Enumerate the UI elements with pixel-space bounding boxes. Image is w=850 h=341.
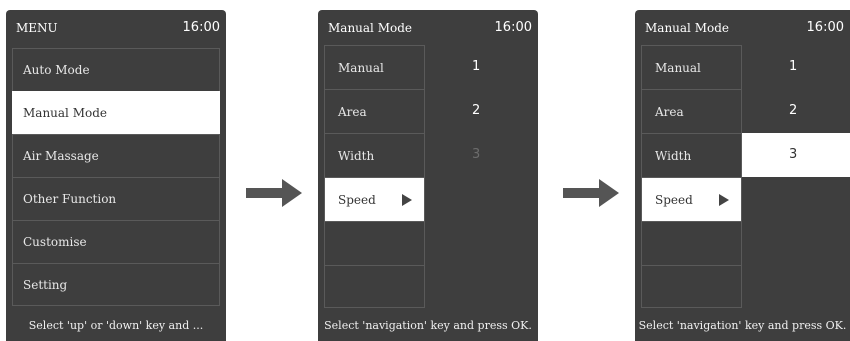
width-value: 3 <box>472 147 481 162</box>
menu-screen: MENU 16:00 Auto Mode Manual Mode Air Mas… <box>6 10 226 341</box>
menu-title: MENU <box>16 21 58 35</box>
setting-area[interactable]: Area <box>325 90 424 134</box>
setting-area[interactable]: Area <box>642 90 741 134</box>
width-value-selected[interactable]: 3 <box>742 133 850 177</box>
clock: 16:00 <box>806 20 844 35</box>
manual-mode-title: Manual Mode <box>328 21 412 35</box>
manual-value: 1 <box>789 59 798 74</box>
menu-item-other-function[interactable]: Other Function <box>12 177 220 220</box>
area-value: 2 <box>789 103 798 118</box>
right-arrow-icon <box>563 179 619 207</box>
menu-item-manual-mode[interactable]: Manual Mode <box>12 91 220 134</box>
setting-speed-label: Speed <box>338 193 376 207</box>
play-triangle-icon <box>719 194 729 206</box>
manual-mode-header: Manual Mode 16:00 <box>318 10 538 46</box>
empty-row <box>642 222 741 266</box>
empty-row <box>325 222 424 266</box>
manual-mode-footer-hint: Select 'navigation' key and press OK. <box>324 319 532 332</box>
manual-mode-footer-hint: Select 'navigation' key and press OK. <box>638 319 847 332</box>
setting-speed[interactable]: Speed <box>325 178 424 222</box>
manual-mode-header: Manual Mode 16:00 <box>635 10 850 46</box>
menu-item-auto-mode[interactable]: Auto Mode <box>12 48 220 91</box>
menu-header: MENU 16:00 <box>6 10 226 46</box>
clock: 16:00 <box>494 20 532 35</box>
setting-label-column: Manual Area Width Speed <box>324 45 425 308</box>
play-triangle-icon <box>402 194 412 206</box>
manual-value: 1 <box>472 59 481 74</box>
setting-manual[interactable]: Manual <box>325 46 424 90</box>
setting-manual[interactable]: Manual <box>642 46 741 90</box>
clock: 16:00 <box>182 20 220 35</box>
area-value: 2 <box>472 103 481 118</box>
menu-item-customise[interactable]: Customise <box>12 220 220 263</box>
setting-speed-label: Speed <box>655 193 693 207</box>
menu-footer-hint: Select 'up' or 'down' key and ... <box>28 319 204 332</box>
manual-mode-title: Manual Mode <box>645 21 729 35</box>
menu-item-setting[interactable]: Setting <box>12 263 220 306</box>
setting-label-column: Manual Area Width Speed <box>641 45 742 308</box>
setting-speed[interactable]: Speed <box>642 178 741 222</box>
setting-width[interactable]: Width <box>325 134 424 178</box>
manual-mode-screen-edit: Manual Mode 16:00 Manual Area Width Spee… <box>635 10 850 341</box>
manual-mode-screen: Manual Mode 16:00 Manual Area Width Spee… <box>318 10 538 341</box>
menu-item-air-massage[interactable]: Air Massage <box>12 134 220 177</box>
right-arrow-icon <box>246 179 302 207</box>
setting-width[interactable]: Width <box>642 134 741 178</box>
menu-list: Auto Mode Manual Mode Air Massage Other … <box>12 48 220 306</box>
